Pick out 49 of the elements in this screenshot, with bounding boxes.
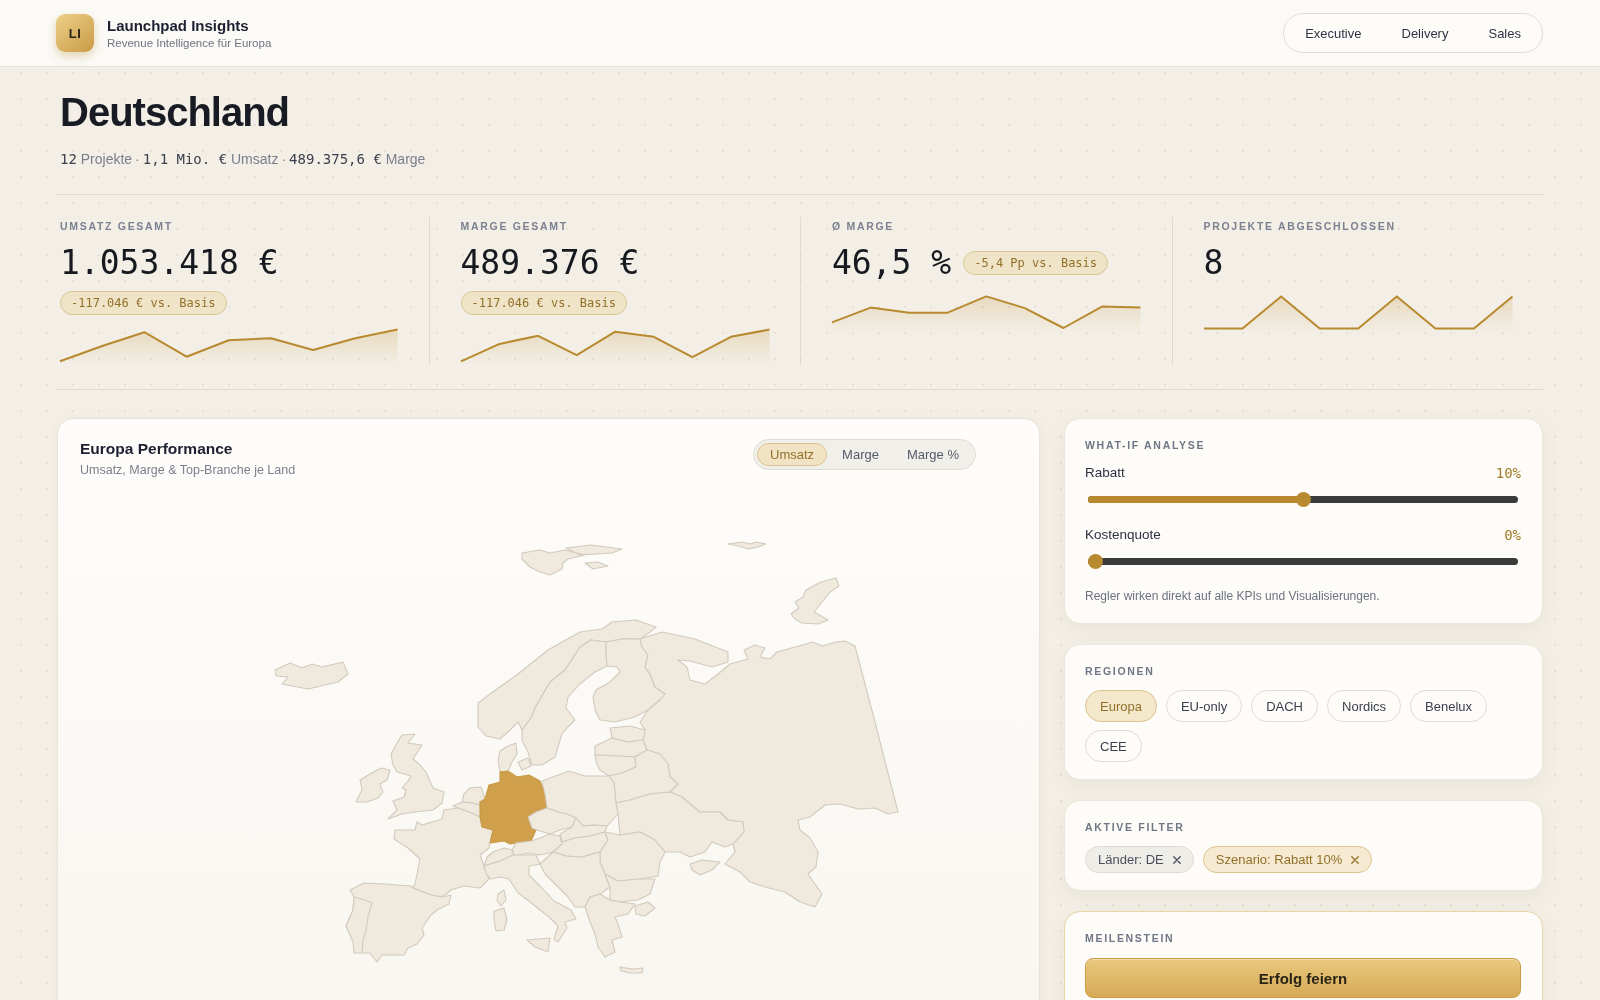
separator: · bbox=[135, 150, 140, 169]
region-chip[interactable]: Europa bbox=[1085, 690, 1157, 722]
slider-thumb[interactable] bbox=[1088, 554, 1103, 569]
region-chip[interactable]: CEE bbox=[1085, 730, 1142, 762]
separator: · bbox=[281, 150, 287, 169]
metric-tab[interactable]: Umsatz bbox=[757, 443, 828, 466]
slider-label: Rabatt bbox=[1085, 464, 1125, 482]
page-title: Deutschland bbox=[60, 89, 291, 136]
summary-stat: 1,1 Mio. € Umsatz bbox=[142, 150, 279, 169]
delta-badge: -117.046 € vs. Basis bbox=[60, 291, 227, 315]
section-label: AKTIVE FILTER bbox=[1085, 820, 1186, 834]
slider-value: 0% bbox=[1504, 526, 1521, 544]
app-title: Launchpad Insights bbox=[107, 16, 250, 35]
filter-chip[interactable]: Szenario: Rabatt 10% bbox=[1202, 846, 1373, 873]
close-icon[interactable] bbox=[1351, 855, 1360, 864]
region-chip[interactable]: EU-only bbox=[1165, 690, 1243, 722]
kpi-value: 46,5 % bbox=[832, 243, 952, 283]
kpi-label: PROJEKTE ABGESCHLOSSEN bbox=[1203, 219, 1397, 233]
region-chip[interactable]: Benelux bbox=[1410, 690, 1488, 722]
section-label: MEILENSTEIN bbox=[1085, 931, 1176, 945]
kpi-value: 8 bbox=[1203, 243, 1224, 283]
kpi-label: MARGE GESAMT bbox=[460, 219, 569, 233]
slider-label: Kostenquote bbox=[1085, 526, 1161, 544]
nav-tab[interactable]: Delivery bbox=[1381, 18, 1469, 48]
region-chip[interactable]: DACH bbox=[1251, 690, 1318, 722]
card-title: Europa Performance bbox=[80, 440, 234, 458]
section-label: REGIONEN bbox=[1085, 664, 1156, 678]
close-icon[interactable] bbox=[1172, 855, 1181, 864]
filter-chip[interactable]: Länder: DE bbox=[1085, 846, 1194, 873]
section-label: WHAT-IF ANALYSE bbox=[1085, 438, 1207, 452]
kpi-value: 1.053.418 € bbox=[60, 243, 279, 283]
metric-tab[interactable]: Marge % bbox=[893, 443, 972, 466]
region-chip[interactable]: Nordics bbox=[1327, 690, 1402, 722]
app-subtitle: Revenue Intelligence für Europa bbox=[107, 35, 272, 50]
kpi-label: UMSATZ GESAMT bbox=[60, 219, 174, 233]
delta-badge: -117.046 € vs. Basis bbox=[460, 291, 627, 315]
metric-tab[interactable]: Marge bbox=[829, 443, 892, 466]
kpi-label: Ø MARGE bbox=[832, 219, 896, 233]
delta-badge: -5,4 Pp vs. Basis bbox=[963, 251, 1109, 275]
hint-text: Regler wirken direkt auf alle KPIs und Visualisierungen. bbox=[1085, 588, 1381, 604]
card-subtitle: Umsatz, Marge & Top-Branche je Land bbox=[80, 463, 296, 478]
app-logo: LI bbox=[56, 14, 94, 52]
summary-stat: 12 Projekte bbox=[60, 150, 133, 169]
slider-value: 10% bbox=[1495, 464, 1521, 482]
nav-tab[interactable]: Executive bbox=[1285, 18, 1382, 48]
nav-tab[interactable]: Sales bbox=[1468, 18, 1541, 48]
celebrate-button[interactable]: Erfolg feiern bbox=[1085, 958, 1521, 998]
kpi-value: 489.376 € bbox=[460, 243, 640, 283]
summary-stat: 489.375,6 € Marge bbox=[289, 150, 426, 169]
